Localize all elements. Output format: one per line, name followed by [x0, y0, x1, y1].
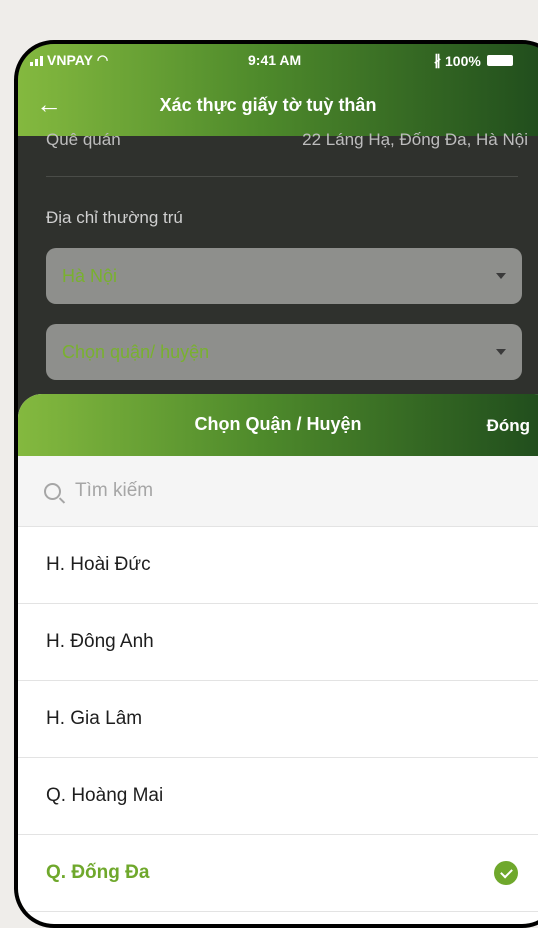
district-select[interactable]: Chọn quận/ huyện	[46, 324, 522, 380]
hometown-row: Quê quán 22 Láng Hạ, Đống Đa, Hà Nội	[46, 130, 528, 150]
district-item-label: H. Đông Anh	[46, 631, 154, 652]
hometown-label: Quê quán	[46, 130, 121, 149]
district-placeholder: Chọn quận/ huyện	[62, 341, 210, 362]
district-item-dong-anh[interactable]: H. Đông Anh	[18, 604, 538, 681]
battery-percent: 100%	[445, 52, 481, 69]
district-item-label: H. Hoài Đức	[46, 554, 151, 575]
sheet-header: Chọn Quận / Huyện Đóng	[18, 394, 538, 456]
search-icon	[44, 482, 61, 500]
bluetooth-icon: ∦	[434, 52, 441, 68]
district-item-label: Q. Đống Đa	[46, 862, 150, 883]
phone-frame: VNPAY ◠ 9:41 AM ∦ 100% ← Xác thực giấy t…	[14, 40, 538, 928]
divider	[46, 176, 518, 177]
status-time: 9:41 AM	[248, 52, 302, 68]
district-item-hoai-duc[interactable]: H. Hoài Đức	[18, 527, 538, 604]
chevron-down-icon	[496, 273, 506, 279]
city-value: Hà Nội	[62, 265, 118, 286]
search-bar	[18, 456, 538, 527]
hometown-value: 22 Láng Hạ, Đống Đa, Hà Nội	[302, 130, 528, 149]
city-select[interactable]: Hà Nội	[46, 248, 522, 304]
signal-icon	[30, 54, 43, 66]
wifi-icon: ◠	[96, 52, 109, 67]
carrier-name: VNPAY	[47, 52, 93, 68]
sheet-title: Chọn Quận / Huyện	[194, 414, 362, 434]
page-title: Xác thực giấy tờ tuỳ thân	[159, 95, 377, 115]
battery-icon	[486, 55, 513, 66]
district-picker-sheet: Chọn Quận / Huyện Đóng H. Hoài Đức H. Đô…	[18, 394, 538, 924]
district-item-label: Q. Hoàng Mai	[46, 785, 164, 806]
district-item-gia-lam[interactable]: H. Gia Lâm	[18, 681, 538, 758]
search-input[interactable]	[73, 479, 377, 503]
battery-info: ∦ 100%	[434, 52, 513, 69]
address-label: Địa chỉ thường trú	[46, 208, 183, 227]
app-header: VNPAY ◠ 9:41 AM ∦ 100% ← Xác thực giấy t…	[18, 44, 538, 136]
nav-bar: ← Xác thực giấy tờ tuỳ thân	[18, 88, 538, 124]
chevron-down-icon	[496, 349, 506, 355]
district-item-dong-da[interactable]: Q. Đống Đa	[18, 835, 538, 912]
close-button[interactable]: Đóng	[487, 416, 530, 436]
status-bar: VNPAY ◠ 9:41 AM ∦ 100%	[18, 50, 538, 72]
carrier-info: VNPAY ◠	[30, 52, 108, 68]
district-item-label: H. Gia Lâm	[46, 708, 143, 729]
checkmark-icon	[494, 861, 518, 885]
district-item-hoang-mai[interactable]: Q. Hoàng Mai	[18, 758, 538, 835]
